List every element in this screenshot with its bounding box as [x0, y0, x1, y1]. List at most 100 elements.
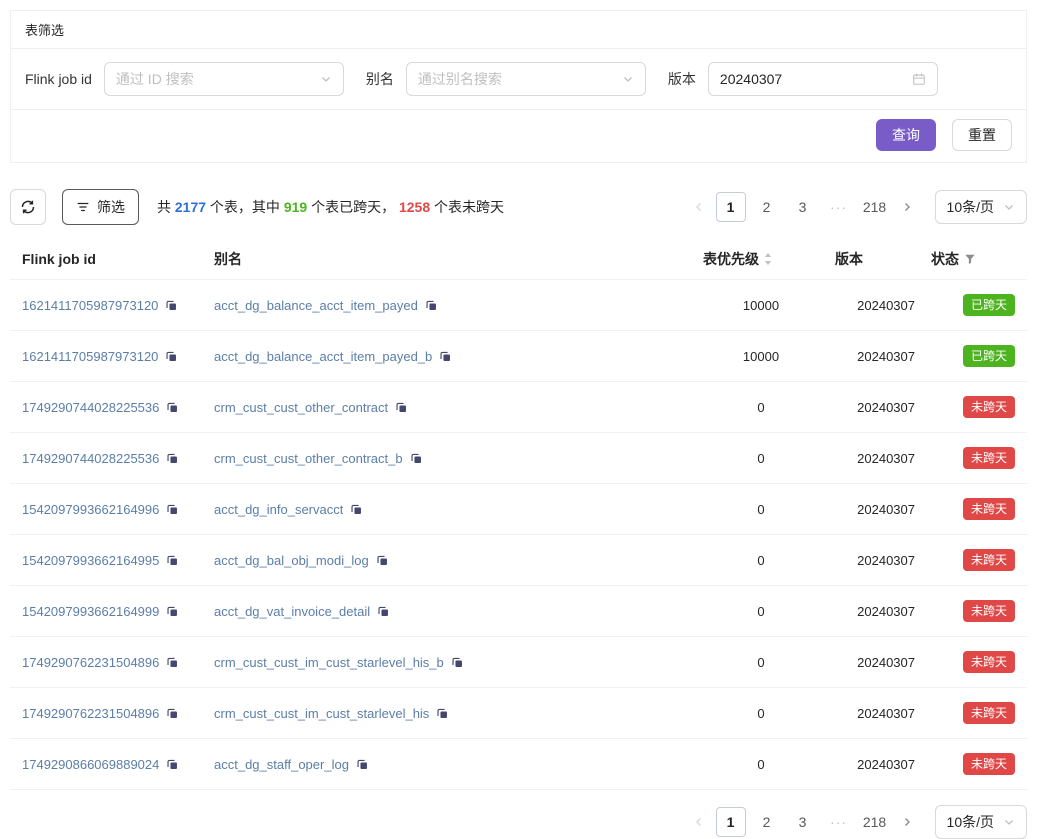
copy-icon[interactable] — [377, 605, 390, 618]
status-badge: 未跨天 — [963, 651, 1015, 673]
alias-link[interactable]: acct_dg_info_servacct — [214, 502, 343, 517]
flink-job-id-label: Flink job id — [25, 71, 92, 87]
pagination-page-1[interactable]: 1 — [716, 192, 746, 222]
page-size-select[interactable]: 10条/页 — [935, 805, 1027, 839]
refresh-button[interactable] — [10, 189, 46, 225]
status-badge: 未跨天 — [963, 498, 1015, 520]
alias-link[interactable]: acct_dg_staff_oper_log — [214, 757, 349, 772]
copy-icon[interactable] — [166, 554, 179, 567]
copy-icon[interactable] — [166, 707, 179, 720]
flink-job-id-link[interactable]: 1749290762231504896 — [22, 655, 159, 670]
copy-icon[interactable] — [425, 299, 438, 312]
pagination-page-3[interactable]: 3 — [788, 807, 818, 837]
reset-button[interactable]: 重置 — [952, 119, 1012, 151]
status-badge: 已跨天 — [963, 294, 1015, 316]
copy-icon[interactable] — [166, 503, 179, 516]
status-badge: 未跨天 — [963, 447, 1015, 469]
copy-icon[interactable] — [376, 554, 389, 567]
table-body: 1621411705987973120 acct_dg_balance_acct… — [10, 280, 1027, 790]
refresh-icon — [20, 199, 36, 215]
priority-value: 0 — [695, 382, 827, 433]
copy-icon[interactable] — [436, 707, 449, 720]
status-badge: 未跨天 — [963, 753, 1015, 775]
pagination-pages: 123···218 — [713, 192, 893, 222]
copy-icon[interactable] — [395, 401, 408, 414]
alias-link[interactable]: acct_dg_vat_invoice_detail — [214, 604, 370, 619]
flink-job-id-link[interactable]: 1749290744028225536 — [22, 400, 159, 415]
pagination-prev-icon[interactable] — [685, 807, 713, 837]
column-header-priority: 表优先级 — [695, 239, 827, 280]
query-button[interactable]: 查询 — [876, 119, 936, 151]
table-header-row: Flink job id 别名 表优先级 版本 状态 — [10, 239, 1027, 280]
alias-link[interactable]: acct_dg_bal_obj_modi_log — [214, 553, 369, 568]
table-row: 1621411705987973120 acct_dg_balance_acct… — [10, 280, 1027, 331]
alias-link[interactable]: crm_cust_cust_other_contract — [214, 400, 388, 415]
chevron-down-icon — [1003, 201, 1015, 213]
alias-link[interactable]: crm_cust_cust_im_cust_starlevel_his_b — [214, 655, 444, 670]
pagination-page-2[interactable]: 2 — [752, 192, 782, 222]
filter-button[interactable]: 筛选 — [62, 189, 139, 225]
copy-icon[interactable] — [166, 401, 179, 414]
filter-item-alias: 别名 通过别名搜索 — [366, 62, 646, 96]
flink-job-id-link[interactable]: 1542097993662164995 — [22, 553, 159, 568]
copy-icon[interactable] — [165, 350, 178, 363]
version-date-input[interactable]: 20240307 — [708, 62, 938, 96]
flink-job-id-link[interactable]: 1749290762231504896 — [22, 706, 159, 721]
alias-link[interactable]: acct_dg_balance_acct_item_payed — [214, 298, 418, 313]
pagination-bottom: 123···218 10条/页 — [685, 805, 1027, 839]
copy-icon[interactable] — [166, 656, 179, 669]
copy-icon[interactable] — [350, 503, 363, 516]
copy-icon[interactable] — [165, 299, 178, 312]
version-value: 20240307 — [827, 331, 923, 382]
status-header-label: 状态 — [931, 249, 959, 269]
copy-icon[interactable] — [166, 758, 179, 771]
pagination-top: 123···218 10条/页 — [685, 190, 1027, 224]
pagination-page-1[interactable]: 1 — [716, 807, 746, 837]
alias-label: 别名 — [366, 69, 394, 89]
table-row: 1749290762231504896 crm_cust_cust_im_cus… — [10, 637, 1027, 688]
summary-text: 共 — [157, 199, 175, 215]
flink-job-id-link[interactable]: 1749290866069889024 — [22, 757, 159, 772]
status-badge: 未跨天 — [963, 396, 1015, 418]
status-badge: 未跨天 — [963, 549, 1015, 571]
pagination-prev-icon[interactable] — [685, 192, 713, 222]
sort-icon[interactable] — [763, 252, 773, 266]
flink-id-placeholder: 通过 ID 搜索 — [116, 69, 194, 89]
version-value: 20240307 — [720, 71, 782, 87]
alias-link[interactable]: acct_dg_balance_acct_item_payed_b — [214, 349, 432, 364]
pagination-next-icon[interactable] — [893, 807, 921, 837]
copy-icon[interactable] — [410, 452, 423, 465]
pagination-page-218[interactable]: 218 — [860, 192, 890, 222]
flink-id-select[interactable]: 通过 ID 搜索 — [104, 62, 344, 96]
copy-icon[interactable] — [451, 656, 464, 669]
flink-job-id-link[interactable]: 1542097993662164999 — [22, 604, 159, 619]
flink-job-id-link[interactable]: 1749290744028225536 — [22, 451, 159, 466]
filter-actions-row: 查询 重置 — [11, 109, 1026, 162]
filter-item-version: 版本 20240307 — [668, 62, 938, 96]
chevron-down-icon — [622, 73, 634, 85]
pagination-ellipsis: ··· — [824, 192, 854, 222]
alias-placeholder: 通过别名搜索 — [418, 69, 502, 89]
flink-job-id-link[interactable]: 1621411705987973120 — [22, 298, 158, 313]
flink-job-id-link[interactable]: 1542097993662164996 — [22, 502, 159, 517]
pagination-page-2[interactable]: 2 — [752, 807, 782, 837]
copy-icon[interactable] — [356, 758, 369, 771]
copy-icon[interactable] — [166, 452, 179, 465]
pagination-page-3[interactable]: 3 — [788, 192, 818, 222]
alias-link[interactable]: crm_cust_cust_im_cust_starlevel_his — [214, 706, 429, 721]
alias-select[interactable]: 通过别名搜索 — [406, 62, 646, 96]
filter-funnel-icon[interactable] — [964, 253, 976, 265]
copy-icon[interactable] — [439, 350, 452, 363]
column-header-status: 状态 — [923, 239, 1027, 280]
version-value: 20240307 — [827, 382, 923, 433]
priority-value: 10000 — [695, 331, 827, 382]
flink-job-id-link[interactable]: 1621411705987973120 — [22, 349, 158, 364]
copy-icon[interactable] — [166, 605, 179, 618]
filter-row: Flink job id 通过 ID 搜索 别名 通过别名搜索 版本 20240… — [11, 49, 1026, 109]
status-badge: 未跨天 — [963, 702, 1015, 724]
page-size-select[interactable]: 10条/页 — [935, 190, 1027, 224]
pagination-next-icon[interactable] — [893, 192, 921, 222]
pagination-page-218[interactable]: 218 — [860, 807, 890, 837]
alias-link[interactable]: crm_cust_cust_other_contract_b — [214, 451, 403, 466]
version-value: 20240307 — [827, 535, 923, 586]
